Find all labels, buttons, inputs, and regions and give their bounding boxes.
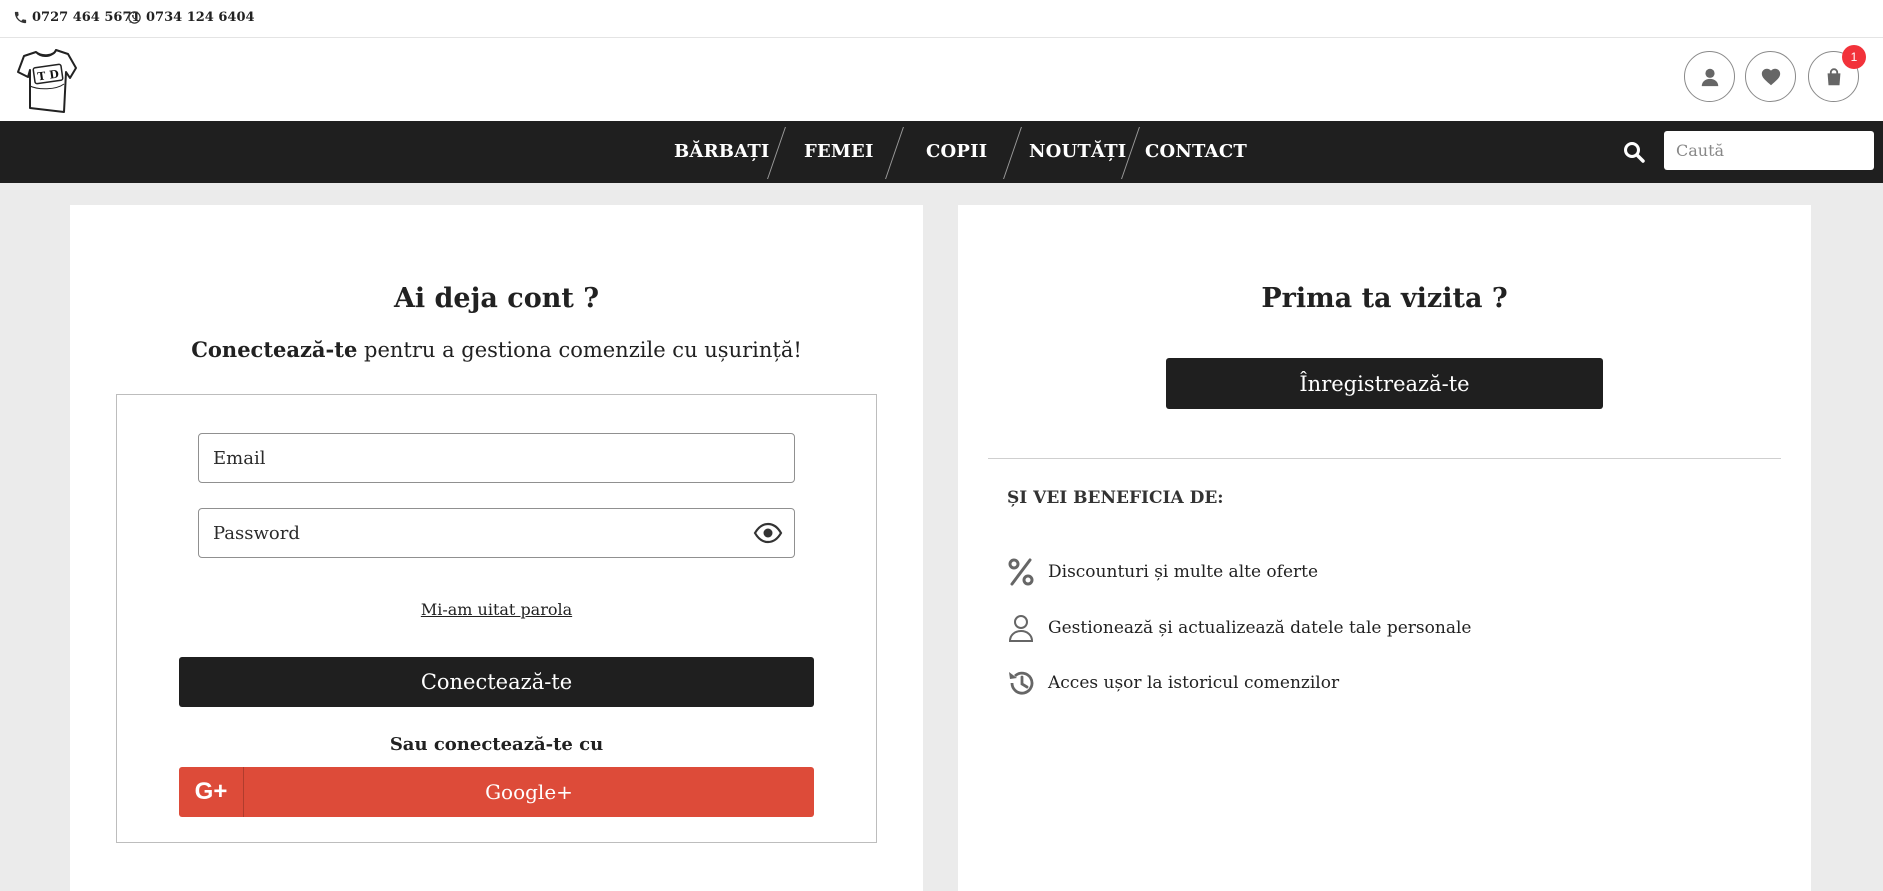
nav-item-barbati[interactable]: BĂRBAȚI [674, 121, 770, 183]
show-password-icon[interactable] [753, 522, 783, 544]
login-subtitle-text: pentru a gestiona comenzile cu ușurință! [357, 338, 802, 362]
register-panel: Prima ta vizita ? Înregistrează-te ȘI VE… [958, 205, 1811, 891]
shopping-bag-icon [1827, 67, 1840, 85]
register-title: Prima ta vizita ? [1261, 283, 1508, 314]
nav-item-noutati[interactable]: NOUTĂȚI [1029, 121, 1126, 183]
user-icon [1701, 68, 1718, 86]
whatsapp-icon [128, 11, 141, 24]
benefit-label: Gestionează și actualizează datele tale … [1048, 618, 1472, 638]
whatsapp-contact[interactable]: 0734 124 6404 [127, 10, 255, 25]
password-field[interactable] [198, 508, 795, 558]
percent-icon [1008, 558, 1034, 586]
benefit-label: Acces ușor la istoricul comenzilor [1048, 673, 1340, 693]
benefit-label: Discounturi și multe alte oferte [1048, 562, 1319, 582]
search-input[interactable] [1664, 131, 1874, 170]
nav-item-copii[interactable]: COPII [926, 121, 987, 183]
phone-icon [14, 11, 27, 24]
nav-divider [1003, 127, 1022, 179]
email-field[interactable] [198, 433, 795, 483]
login-subtitle-bold: Conectează-te [191, 337, 358, 362]
benefit-item: Gestionează și actualizează datele tale … [1006, 613, 1471, 643]
nav-item-femei[interactable]: FEMEI [804, 121, 874, 183]
phone-number: 0727 464 5671 [32, 10, 141, 25]
divider [988, 458, 1781, 459]
nav-divider [885, 127, 904, 179]
login-panel: Ai deja cont ? Conectează-te pentru a ge… [70, 205, 923, 891]
social-login-label: Sau conectează-te cu [389, 734, 604, 755]
whatsapp-number: 0734 124 6404 [146, 10, 255, 25]
cart-button[interactable]: 1 [1808, 45, 1866, 102]
main-nav: BĂRBAȚI FEMEI COPII NOUTĂȚI CONTACT [0, 121, 1883, 183]
benefit-item: Discounturi și multe alte oferte [1006, 557, 1318, 587]
top-contact-bar: 0727 464 5671 0734 124 6404 [0, 0, 1883, 38]
register-button[interactable]: Înregistrează-te [1166, 358, 1603, 409]
phone-contact[interactable]: 0727 464 5671 [13, 10, 141, 25]
heart-icon [1761, 68, 1780, 85]
login-button[interactable]: Conectează-te [179, 657, 814, 707]
wishlist-button[interactable] [1745, 51, 1796, 102]
search-icon[interactable] [1622, 140, 1646, 164]
cart-count-badge: 1 [1842, 45, 1866, 69]
nav-item-contact[interactable]: CONTACT [1145, 121, 1247, 183]
google-plus-icon: G+ [179, 767, 244, 817]
login-form: Mi-am uitat parola Conectează-te Sau con… [116, 394, 877, 843]
google-login-label: Google+ [485, 780, 573, 804]
account-button[interactable] [1684, 51, 1735, 102]
benefits-heading: ȘI VEI BENEFICIA DE: [1007, 488, 1224, 508]
login-subtitle: Conectează-te pentru a gestiona comenzil… [70, 337, 923, 362]
site-header: T D 1 [0, 38, 1883, 121]
history-icon [1009, 671, 1034, 695]
google-login-button[interactable]: G+ Google+ [179, 767, 814, 817]
forgot-password-link[interactable]: Mi-am uitat parola [117, 600, 876, 619]
tshirt-logo[interactable]: T D [14, 46, 80, 116]
user-outline-icon [1008, 615, 1034, 642]
login-title: Ai deja cont ? [393, 283, 600, 314]
benefit-item: Acces ușor la istoricul comenzilor [1006, 668, 1339, 698]
